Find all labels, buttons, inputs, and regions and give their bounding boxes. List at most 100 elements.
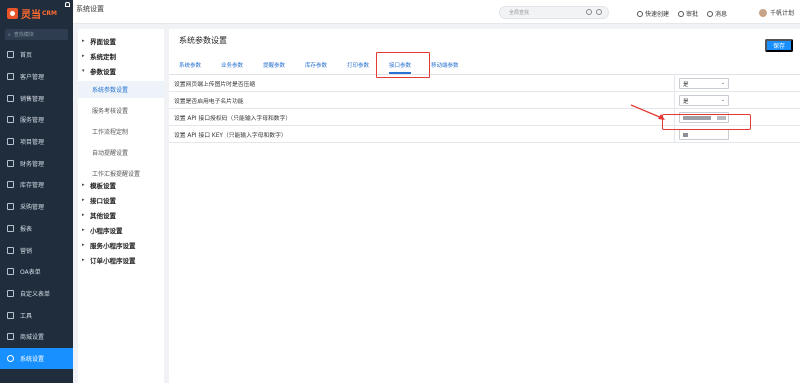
shop-icon (7, 333, 14, 341)
tree-group-label: 服务小程序设置 (90, 242, 136, 250)
setting-label: 设置 API 接口授权码（只能输入字母和数字） (174, 115, 292, 122)
sidebar-item-inventory[interactable]: 库存管理 (0, 174, 73, 196)
business-card-select[interactable]: 是 ⌄ (679, 95, 729, 106)
header-actions: 快速创建 审批 消息 (637, 9, 727, 18)
main-sidebar: 灵当 CRM ⌕ 查找模块 首页 客户管理 销售管理 服务管理 项目管理 财务管… (0, 0, 73, 383)
search-icon[interactable] (586, 9, 592, 15)
tree-group-parameters[interactable]: ▾ 参数设置 (82, 66, 116, 76)
messages-label: 消息 (715, 11, 728, 18)
tab-inventory-params[interactable]: 库存参数 (305, 61, 327, 69)
image-compress-select[interactable]: 是 ⌄ (679, 78, 729, 89)
tree-group-service-mini-program[interactable]: ▸ 服务小程序设置 (82, 240, 136, 250)
save-button[interactable]: 保存 (765, 39, 793, 52)
setting-label: 设置网页端上传图片时是否压缩 (174, 81, 256, 88)
caret-right-icon: ▸ (82, 212, 85, 218)
settings-tree: ▸ 界面设置 ▸ 系统定制 ▾ 参数设置 系统参数设置 服务考核设置 工作流程定制 自… (78, 29, 164, 383)
tree-group-interfaces[interactable]: ▸ 接口设置 (82, 195, 116, 205)
tab-mobile-params[interactable]: 移动端参数 (431, 61, 459, 69)
tab-reminder-params[interactable]: 提醒参数 (263, 61, 285, 69)
tree-item-auto-reminder[interactable]: 自动提醒设置 (78, 144, 164, 161)
top-header: 系统设置 全局查找 快速创建 审批 消息 千帆计划 (65, 0, 800, 24)
tree-group-label: 小程序设置 (90, 227, 123, 235)
sidebar-item-label: 销售管理 (20, 95, 45, 103)
tree-group-interface[interactable]: ▸ 界面设置 (82, 36, 116, 46)
customer-icon (7, 73, 14, 81)
tree-group-customize[interactable]: ▸ 系统定制 (82, 51, 116, 61)
sidebar-item-mall-settings[interactable]: 商城设置 (0, 326, 73, 348)
logo-sub: CRM (42, 9, 57, 17)
sidebar-item-label: 商城设置 (20, 334, 45, 342)
home-icon (7, 51, 14, 59)
sidebar-item-label: OA表单 (20, 269, 41, 277)
user-name: 千帆计划 (770, 10, 795, 17)
plus-circle-icon (637, 10, 643, 17)
tree-group-templates[interactable]: ▸ 模板设置 (82, 180, 116, 190)
sidebar-item-label: 财务管理 (20, 160, 45, 168)
messages-button[interactable]: 消息 (707, 9, 727, 18)
tree-group-label: 模板设置 (90, 182, 116, 190)
logo: 灵当 CRM (0, 0, 73, 26)
quick-create-label: 快速创建 (645, 11, 670, 18)
tree-group-label: 系统定制 (90, 53, 116, 61)
tree-item-label: 自动提醒设置 (92, 150, 129, 157)
sidebar-item-home[interactable]: 首页 (0, 44, 73, 66)
sidebar-item-oa-forms[interactable]: OA表单 (0, 261, 73, 283)
tree-item-label: 系统参数设置 (92, 87, 129, 94)
tree-group-label: 订单小程序设置 (90, 257, 136, 265)
project-icon (7, 138, 14, 146)
app-root: 灵当 CRM ⌕ 查找模块 首页 客户管理 销售管理 服务管理 项目管理 财务管… (0, 0, 800, 383)
page-title: 系统设置 (76, 5, 104, 13)
gear-icon (7, 354, 14, 362)
tree-item-workflow[interactable]: 工作流程定制 (78, 123, 164, 140)
quick-create-button[interactable]: 快速创建 (637, 9, 669, 18)
api-key-input[interactable] (679, 129, 729, 140)
tab-business-params[interactable]: 业务参数 (221, 61, 243, 69)
tab-system-params[interactable]: 系统参数 (179, 61, 201, 69)
sidebar-item-label: 库存管理 (20, 182, 45, 190)
tree-group-label: 参数设置 (90, 68, 116, 76)
global-search-input[interactable]: 全局查找 (499, 6, 609, 19)
table-row: 设置是否启用电子名片功能 是 ⌄ (169, 92, 800, 109)
tree-item-label: 工作汇报提醒设置 (92, 171, 141, 178)
tree-item-system-params[interactable]: 系统参数设置 (78, 81, 164, 98)
tree-group-other[interactable]: ▸ 其他设置 (82, 210, 116, 220)
caret-right-icon: ▸ (82, 182, 85, 188)
sidebar-item-finance[interactable]: 财务管理 (0, 152, 73, 174)
tree-group-label: 界面设置 (90, 38, 116, 46)
tree-item-label: 服务考核设置 (92, 108, 129, 115)
sidebar-item-purchasing[interactable]: 采购管理 (0, 196, 73, 218)
sidebar-nav: 首页 客户管理 销售管理 服务管理 项目管理 财务管理 库存管理 采购管理 报表… (0, 44, 73, 370)
module-search-input[interactable]: ⌕ 查找模块 (5, 29, 68, 40)
sidebar-item-custom-forms[interactable]: 自定义表单 (0, 283, 73, 305)
tree-group-order-mini-program[interactable]: ▸ 订单小程序设置 (82, 255, 136, 265)
sidebar-item-marketing[interactable]: 营销 (0, 239, 73, 261)
bell-icon (707, 10, 714, 17)
caret-right-icon: ▸ (82, 197, 85, 203)
sidebar-item-label: 报表 (20, 225, 33, 233)
sidebar-item-service[interactable]: 服务管理 (0, 109, 73, 131)
user-menu[interactable]: 千帆计划 (759, 8, 794, 17)
sidebar-item-system-settings[interactable]: 系统设置 (0, 347, 73, 370)
red-pointer-arrow-icon (630, 104, 665, 120)
tree-group-mini-program[interactable]: ▸ 小程序设置 (82, 225, 123, 235)
caret-down-icon: ▾ (82, 68, 85, 74)
marketing-icon (7, 246, 14, 254)
sidebar-item-projects[interactable]: 项目管理 (0, 131, 73, 153)
sidebar-item-tools[interactable]: 工具 (0, 304, 73, 326)
custom-form-icon (7, 289, 14, 297)
settings-icon[interactable] (596, 9, 602, 15)
approval-button[interactable]: 审批 (678, 9, 698, 18)
sidebar-item-customers[interactable]: 客户管理 (0, 66, 73, 88)
tree-item-service-review[interactable]: 服务考核设置 (78, 102, 164, 119)
tree-group-label: 接口设置 (90, 197, 116, 205)
sidebar-item-reports[interactable]: 报表 (0, 218, 73, 240)
sidebar-item-sales[interactable]: 销售管理 (0, 87, 73, 109)
select-value: 是 (683, 98, 689, 105)
caret-right-icon: ▸ (82, 257, 85, 263)
caret-right-icon: ▸ (82, 242, 85, 248)
tab-print-params[interactable]: 打印参数 (347, 61, 369, 69)
search-icon: ⌕ (8, 31, 11, 38)
report-icon (7, 224, 14, 232)
api-auth-code-highlight-box (662, 114, 751, 130)
sidebar-item-label: 采购管理 (20, 204, 45, 212)
